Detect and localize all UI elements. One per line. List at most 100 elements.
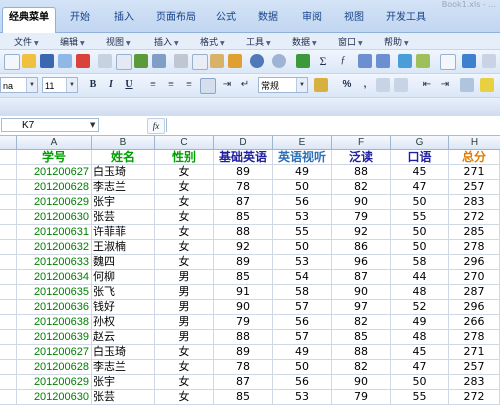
extensive-reading-cell[interactable]: 92 [332,225,391,240]
row-header[interactable] [0,225,17,240]
menu-data[interactable]: 数据 ▼ [292,35,317,48]
name-cell[interactable]: 赵云 [92,330,155,345]
basic-english-cell[interactable]: 85 [214,210,273,225]
listening-cell[interactable]: 54 [273,270,332,285]
toolbar-options-icon[interactable] [482,54,496,68]
font-name-select[interactable]: na ▼ [0,77,38,93]
gender-cell[interactable]: 女 [155,225,214,240]
basic-english-cell[interactable]: 90 [214,300,273,315]
row-header[interactable] [0,300,17,315]
name-cell[interactable]: 魏四 [92,255,155,270]
chart-wizard-icon[interactable] [398,54,412,68]
chevron-down-icon[interactable]: ▼ [90,121,95,129]
total-cell[interactable]: 266 [449,315,500,330]
listening-cell[interactable]: 50 [273,240,332,255]
student-id-cell[interactable]: 201200630 [17,210,92,225]
menu-view[interactable]: 视图 ▼ [106,35,131,48]
extensive-reading-cell[interactable]: 88 [332,165,391,180]
tab-classic-menu[interactable]: 经典菜单 [2,7,56,33]
column-header-e[interactable]: E [273,136,332,149]
redo-icon[interactable] [272,54,286,68]
oral-cell[interactable]: 55 [391,390,449,405]
basic-english-cell[interactable]: 89 [214,165,273,180]
gender-cell[interactable]: 女 [155,375,214,390]
increase-decimal-icon[interactable] [376,78,390,92]
oral-cell[interactable]: 47 [391,360,449,375]
tab-view[interactable]: 视图 [336,8,372,28]
paste-icon[interactable] [210,54,224,68]
basic-english-cell[interactable]: 91 [214,285,273,300]
row-header[interactable] [0,195,17,210]
name-cell[interactable]: 张芸 [92,390,155,405]
help-icon[interactable] [462,54,476,68]
oral-cell[interactable]: 48 [391,330,449,345]
extensive-reading-cell[interactable]: 87 [332,270,391,285]
menu-help[interactable]: 帮助 ▼ [384,35,409,48]
align-right-icon[interactable]: ≡ [182,78,196,92]
oral-cell[interactable]: 50 [391,375,449,390]
drawing-icon[interactable] [416,54,430,68]
total-cell[interactable]: 257 [449,360,500,375]
gender-cell[interactable]: 女 [155,345,214,360]
comma-button[interactable]: , [358,78,372,92]
student-id-cell[interactable]: 201200628 [17,360,92,375]
listening-cell[interactable]: 56 [273,375,332,390]
total-cell[interactable]: 283 [449,195,500,210]
underline-button[interactable]: U [122,78,136,92]
total-cell[interactable]: 283 [449,375,500,390]
extensive-reading-cell[interactable]: 82 [332,315,391,330]
currency-icon[interactable] [314,78,328,92]
oral-cell[interactable]: 50 [391,225,449,240]
extensive-reading-cell[interactable]: 90 [332,195,391,210]
listening-cell[interactable]: 56 [273,315,332,330]
listening-cell[interactable]: 50 [273,360,332,375]
oral-cell[interactable]: 58 [391,255,449,270]
font-size-select[interactable]: 11 ▼ [42,77,78,93]
name-cell[interactable]: 李志兰 [92,180,155,195]
indent-icon[interactable]: ⇥ [220,78,234,92]
percent-button[interactable]: % [340,78,354,92]
basic-english-cell[interactable]: 89 [214,255,273,270]
extensive-reading-cell[interactable]: 82 [332,360,391,375]
gender-cell[interactable]: 女 [155,180,214,195]
basic-english-cell[interactable]: 88 [214,225,273,240]
sort-ascending-icon[interactable] [358,54,372,68]
listening-cell[interactable]: 53 [273,255,332,270]
name-cell[interactable]: 李志兰 [92,360,155,375]
extensive-reading-cell[interactable]: 97 [332,300,391,315]
student-id-cell[interactable]: 201200631 [17,225,92,240]
number-format-select[interactable]: 常规 ▼ [258,77,308,93]
listening-cell[interactable]: 53 [273,390,332,405]
student-id-cell[interactable]: 201200638 [17,315,92,330]
row-header[interactable] [0,285,17,300]
column-header-b[interactable]: B [92,136,155,149]
gender-cell[interactable]: 男 [155,285,214,300]
total-cell[interactable]: 296 [449,300,500,315]
row-header[interactable] [0,375,17,390]
student-id-cell[interactable]: 201200634 [17,270,92,285]
tab-review[interactable]: 审阅 [294,8,330,28]
total-cell[interactable]: 272 [449,390,500,405]
name-cell[interactable]: 许菲菲 [92,225,155,240]
total-cell[interactable]: 271 [449,165,500,180]
gender-cell[interactable]: 男 [155,300,214,315]
student-id-cell[interactable]: 201200633 [17,255,92,270]
total-cell[interactable]: 278 [449,240,500,255]
decrease-indent-icon[interactable]: ⇤ [420,78,434,92]
oral-cell[interactable]: 52 [391,300,449,315]
row-header[interactable] [0,315,17,330]
total-cell[interactable]: 270 [449,270,500,285]
name-box[interactable]: K7 [1,118,99,132]
increase-indent-icon[interactable]: ⇥ [438,78,452,92]
name-cell[interactable]: 白玉琦 [92,165,155,180]
name-cell[interactable]: 钱好 [92,300,155,315]
menu-edit[interactable]: 编辑 ▼ [60,35,85,48]
name-cell[interactable]: 孙权 [92,315,155,330]
basic-english-cell[interactable]: 88 [214,330,273,345]
tab-home[interactable]: 开始 [60,8,100,28]
copy-icon[interactable] [192,54,208,70]
menu-window[interactable]: 窗口 ▼ [338,35,363,48]
gender-cell[interactable]: 男 [155,330,214,345]
research-icon[interactable] [152,54,166,68]
total-cell[interactable]: 285 [449,225,500,240]
